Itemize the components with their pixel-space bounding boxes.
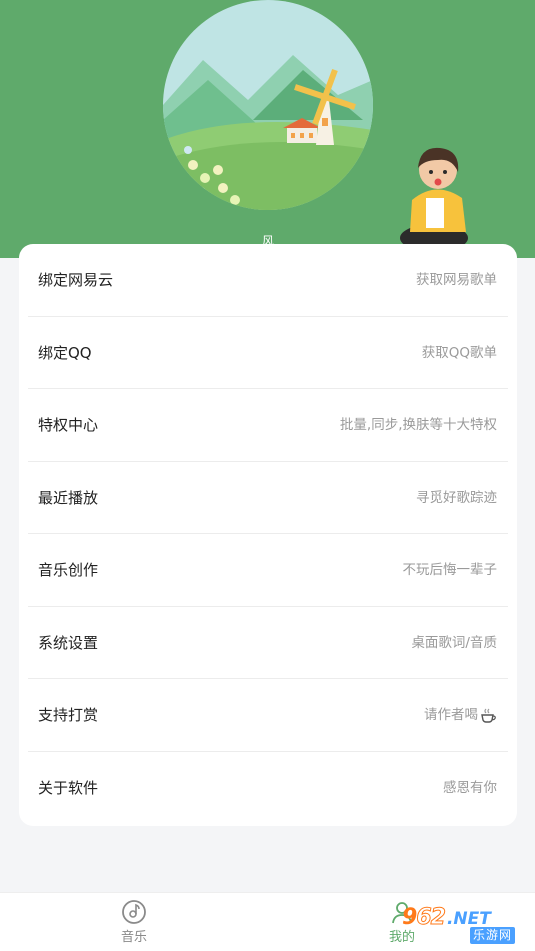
menu-item-hint: 感恩有你 [443, 779, 497, 796]
menu-item-hint: 获取QQ歌单 [421, 344, 497, 361]
menu-item-label: 系统设置 [38, 633, 99, 652]
menu-item-hint-wrap: 请作者喝 [424, 679, 497, 751]
menu-item-bind-netease[interactable]: 绑定网易云 获取网易歌单 [19, 244, 517, 317]
menu-item-label: 绑定网易云 [38, 271, 114, 289]
watermark-caption: 乐游网 [470, 927, 516, 944]
menu-item-label: 最近播放 [38, 488, 99, 507]
coffee-cup-icon [481, 708, 496, 723]
site-watermark: 962 .NET 乐游网 [392, 905, 532, 947]
menu-item-hint: 桌面歌词/音质 [411, 634, 497, 651]
menu-item-hint: 不玩后悔一辈子 [402, 562, 498, 578]
menu-item-settings[interactable]: 系统设置 桌面歌词/音质 [19, 607, 517, 679]
menu-item-music-creation[interactable]: 音乐创作 不玩后悔一辈子 [19, 534, 517, 607]
tab-music[interactable]: 音乐 [74, 893, 194, 951]
menu-item-privilege-center[interactable]: 特权中心 批量,同步,换肤等十大特权 [19, 389, 517, 462]
menu-item-about[interactable]: 关于软件 感恩有你 [19, 752, 517, 825]
menu-item-label: 关于软件 [38, 778, 99, 797]
menu-item-hint: 请作者喝 [424, 707, 478, 723]
music-disc-icon [122, 900, 146, 924]
menu-item-hint: 寻觅好歌踪迹 [416, 489, 497, 506]
menu-item-bind-qq[interactable]: 绑定QQ 获取QQ歌单 [19, 317, 517, 389]
profile-header: 风 [0, 0, 535, 258]
menu-item-label: 绑定QQ [38, 343, 92, 362]
menu-item-hint: 批量,同步,换肤等十大特权 [339, 417, 497, 433]
menu-item-label: 音乐创作 [38, 561, 99, 579]
menu-card: 绑定网易云 获取网易歌单 绑定QQ 获取QQ歌单 特权中心 批量,同步,换肤等十… [19, 244, 517, 826]
menu-item-recent-play[interactable]: 最近播放 寻觅好歌踪迹 [19, 462, 517, 534]
cover-art-image[interactable] [163, 0, 373, 210]
menu-item-label: 支持打赏 [38, 706, 99, 724]
tab-music-label: 音乐 [120, 930, 147, 945]
cartoon-figure-image [400, 140, 482, 258]
menu-item-label: 特权中心 [38, 416, 99, 434]
landscape-windmill-illustration [163, 0, 373, 210]
menu-item-hint: 获取网易歌单 [416, 272, 497, 288]
menu-item-donate[interactable]: 支持打赏 请作者喝 [19, 679, 517, 752]
